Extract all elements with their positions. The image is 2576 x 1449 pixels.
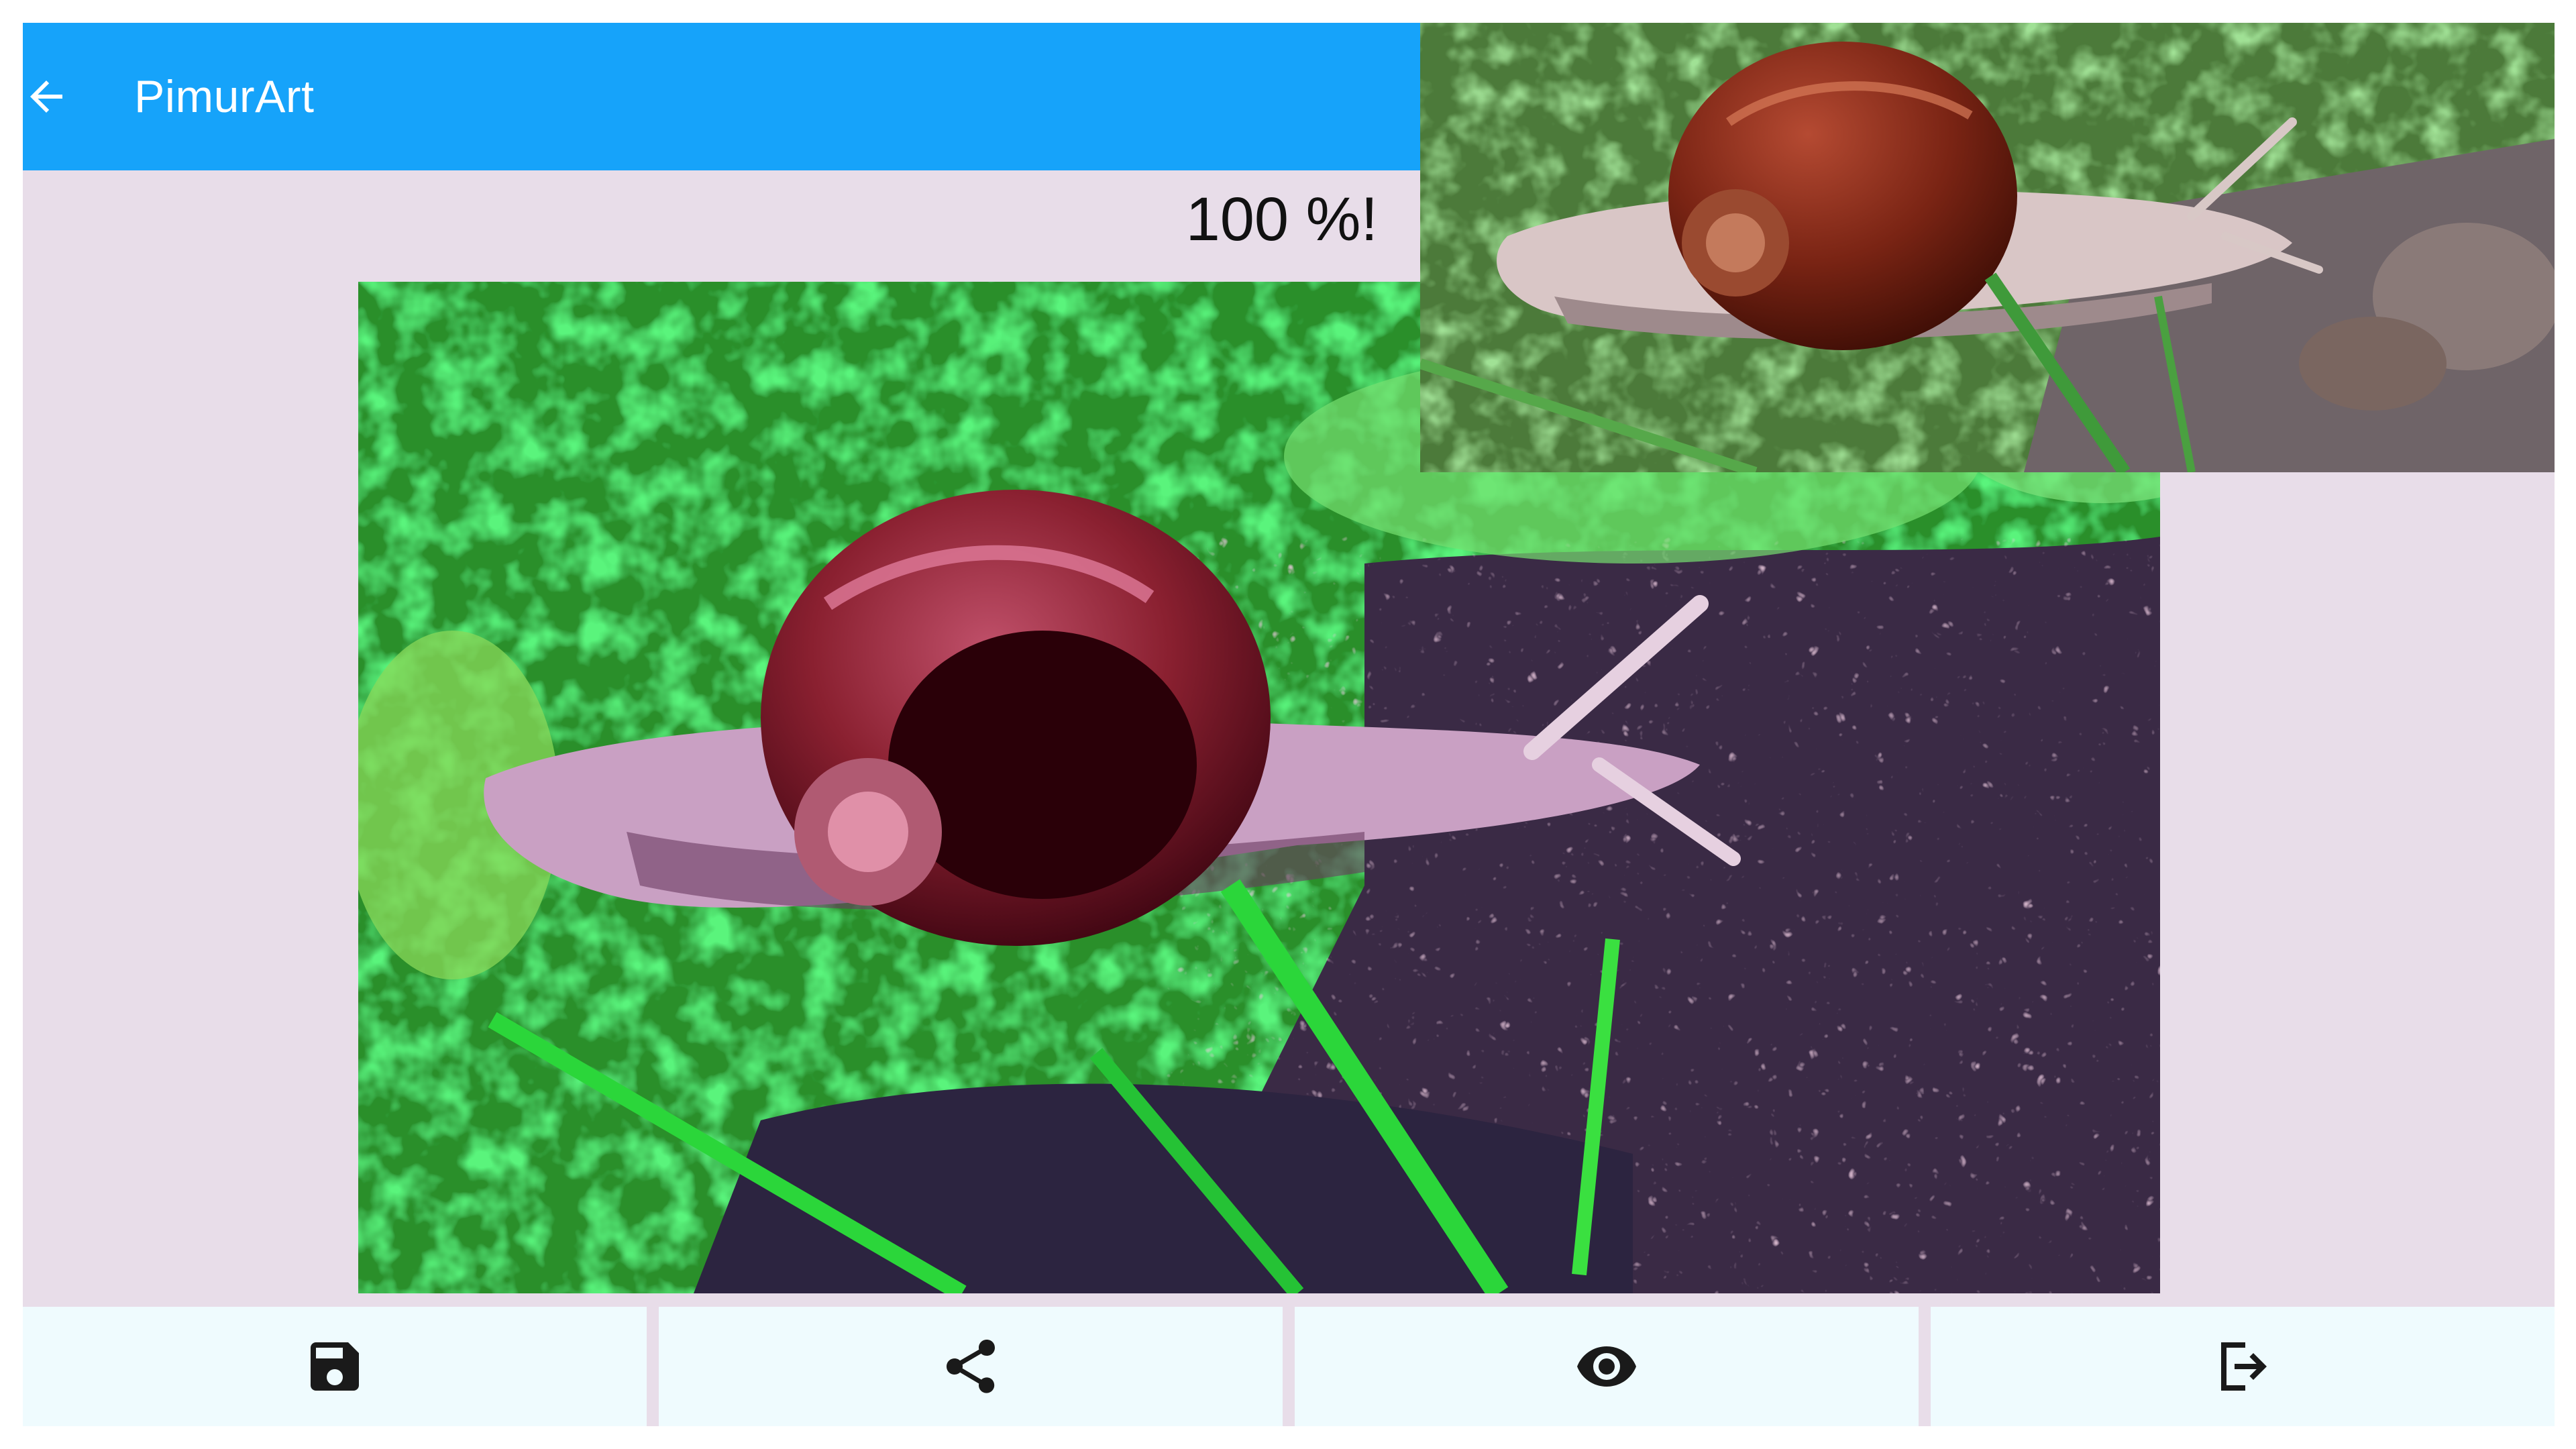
eye-icon — [1577, 1346, 1636, 1387]
exit-button[interactable] — [1931, 1307, 2555, 1426]
share-button[interactable] — [659, 1307, 1283, 1426]
app-bar: PimurArt — [23, 23, 1420, 170]
back-button[interactable] — [23, 66, 76, 127]
progress-label: 100 %! — [1185, 185, 1378, 254]
app-screen: PimurArt 100 %! — [23, 23, 2555, 1426]
bottom-toolbar — [23, 1307, 2555, 1426]
preview-button[interactable] — [1295, 1307, 1919, 1426]
save-button[interactable] — [23, 1307, 647, 1426]
app-title: PimurArt — [134, 71, 315, 122]
original-image — [1420, 23, 2555, 472]
share-icon — [947, 1340, 995, 1393]
save-icon — [311, 1342, 359, 1391]
exit-icon — [2221, 1342, 2267, 1391]
arrow-left-icon — [30, 80, 62, 113]
